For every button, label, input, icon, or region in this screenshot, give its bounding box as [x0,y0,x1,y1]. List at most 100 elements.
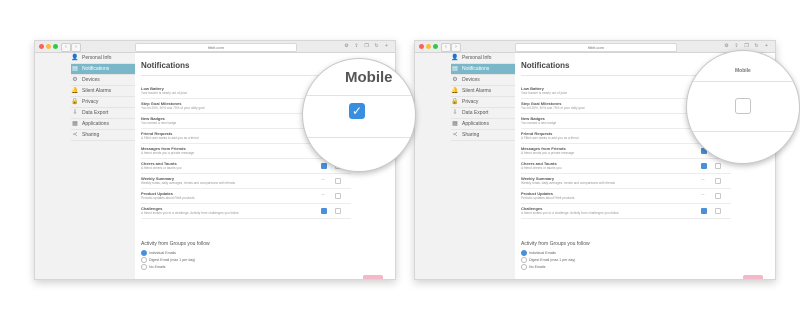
reload-icon[interactable]: ↻ [753,43,760,50]
share-browser-icon[interactable]: ⇪ [733,43,740,50]
radio-individual-emails[interactable]: Individual Emails [141,250,176,256]
radio-empty-icon [521,257,527,263]
sidebar-item-notifications[interactable]: ▤ Notifications [71,64,135,75]
email-checkbox[interactable] [715,178,721,184]
mobile-checkbox[interactable] [701,163,707,169]
zoom-window-icon[interactable] [53,44,58,49]
mobile-checkbox[interactable] [701,208,707,214]
notification-row-challenges: Challenges A friend invites you to a cha… [141,204,351,219]
divider [303,137,415,138]
email-checkbox[interactable] [715,163,721,169]
forward-icon[interactable]: › [71,43,81,52]
unchecked-checkbox-icon[interactable] [735,98,751,114]
mobile-checkbox[interactable] [321,163,327,169]
groups-heading: Activity from Groups you follow [141,241,210,247]
sidebar-item-devices[interactable]: ⚙ Devices [71,75,135,86]
bell-icon: 🔔 [71,88,79,94]
email-checkbox[interactable] [335,208,341,214]
magnifier-checked: Mobile ✓ [302,58,416,172]
mobile-checkbox[interactable] [321,208,327,214]
mobile-unavailable-indicator: – [321,192,325,198]
title-bar: ‹ › fitbit.com ⚙ ⇪ ❐ ↻ + [415,41,775,53]
sidebar-item-personal-info[interactable]: 👤 Personal Info [451,53,515,64]
sidebar-item-personal-info[interactable]: 👤 Personal Info [71,53,135,64]
email-checkbox[interactable] [335,178,341,184]
export-icon: ⇩ [72,110,78,116]
sidebar-item-notifications[interactable]: ▤ Notifications [451,64,515,75]
tabs-icon[interactable]: ❐ [743,43,750,50]
back-icon[interactable]: ‹ [61,43,71,52]
person-icon: 👤 [451,55,459,61]
gear-icon: ⚙ [452,77,458,83]
title-bar: ‹ › fitbit.com ⚙ ⇪ ❐ ↻ + [35,41,395,53]
extensions-icon[interactable]: ⚙ [723,43,730,50]
divider [303,95,415,96]
email-checkbox[interactable] [715,208,721,214]
sidebar-item-silent-alarms[interactable]: 🔔 Silent Alarms [451,86,515,97]
tabs-icon[interactable]: ❐ [363,43,370,50]
save-button[interactable] [743,275,763,279]
minimize-window-icon[interactable] [46,44,51,49]
notification-row-messages: Messages from Friends A friend sends you… [521,144,731,159]
notification-row-weekly-summary: Weekly Summary Weekly totals, daily aver… [141,174,351,189]
new-tab-icon[interactable]: + [763,43,770,50]
sidebar-item-privacy[interactable]: 🔒 Privacy [71,97,135,108]
sidebar-item-silent-alarms[interactable]: 🔔 Silent Alarms [71,86,135,97]
mobile-unavailable-indicator: – [701,192,705,198]
save-button[interactable] [363,275,383,279]
reload-icon[interactable]: ↻ [373,43,380,50]
radio-individual-emails[interactable]: Individual Emails [521,250,556,256]
new-tab-icon[interactable]: + [383,43,390,50]
checked-checkbox-icon[interactable]: ✓ [349,103,365,119]
groups-heading: Activity from Groups you follow [521,241,590,247]
radio-digest-email[interactable]: Digest Email (max 1 per day) [521,257,575,263]
radio-no-emails[interactable]: No Emails [141,264,165,270]
radio-selected-icon [521,250,527,256]
notification-row-cheers: Cheers and Taunts A friend cheers or tau… [141,159,351,174]
grid-icon: ▦ [452,121,458,127]
sidebar-item-sharing[interactable]: ≺ Sharing [451,130,515,141]
minimize-window-icon[interactable] [426,44,431,49]
notification-row-product-updates: Product Updates Periodic updates about F… [521,189,731,204]
radio-empty-icon [141,257,147,263]
email-checkbox[interactable] [715,193,721,199]
sidebar-item-applications[interactable]: ▦ Applications [71,119,135,130]
share-browser-icon[interactable]: ⇪ [353,43,360,50]
email-checkbox[interactable] [335,193,341,199]
back-icon[interactable]: ‹ [441,43,451,52]
settings-sidebar: 👤 Personal Info ▤ Notifications ⚙ Devices 🔔… [415,53,515,279]
lock-icon: 🔒 [71,99,79,105]
notification-row-product-updates: Product Updates Periodic updates about F… [141,189,351,204]
notification-row-weekly-summary: Weekly Summary Weekly totals, daily aver… [521,174,731,189]
forward-icon[interactable]: › [451,43,461,52]
close-window-icon[interactable] [39,44,44,49]
bell-icon: 🔔 [451,88,459,94]
notification-row-challenges: Challenges A friend invites you to a cha… [521,204,731,219]
zoom-window-icon[interactable] [433,44,438,49]
address-bar[interactable]: fitbit.com [135,43,297,52]
extensions-icon[interactable]: ⚙ [343,43,350,50]
sidebar-item-devices[interactable]: ⚙ Devices [451,75,515,86]
radio-empty-icon [521,264,527,270]
notification-row-cheers: Cheers and Taunts A friend cheers or tau… [521,159,731,174]
share-icon: ≺ [72,132,78,138]
page-title: Notifications [521,61,570,70]
grid-icon: ▦ [72,121,78,127]
settings-sidebar: 👤 Personal Info ▤ Notifications ⚙ Devices 🔔… [35,53,135,279]
page-title: Notifications [141,61,190,70]
chat-icon: ▤ [72,66,78,72]
divider [687,131,799,132]
sidebar-item-sharing[interactable]: ≺ Sharing [71,130,135,141]
sidebar-item-data-export[interactable]: ⇩ Data Export [71,108,135,119]
radio-digest-email[interactable]: Digest Email (max 1 per day) [141,257,195,263]
radio-no-emails[interactable]: No Emails [521,264,545,270]
sidebar-item-privacy[interactable]: 🔒 Privacy [451,97,515,108]
sidebar-item-applications[interactable]: ▦ Applications [451,119,515,130]
export-icon: ⇩ [452,110,458,116]
radio-empty-icon [141,264,147,270]
close-window-icon[interactable] [419,44,424,49]
gear-icon: ⚙ [72,77,78,83]
person-icon: 👤 [71,55,79,61]
address-bar[interactable]: fitbit.com [515,43,677,52]
sidebar-item-data-export[interactable]: ⇩ Data Export [451,108,515,119]
